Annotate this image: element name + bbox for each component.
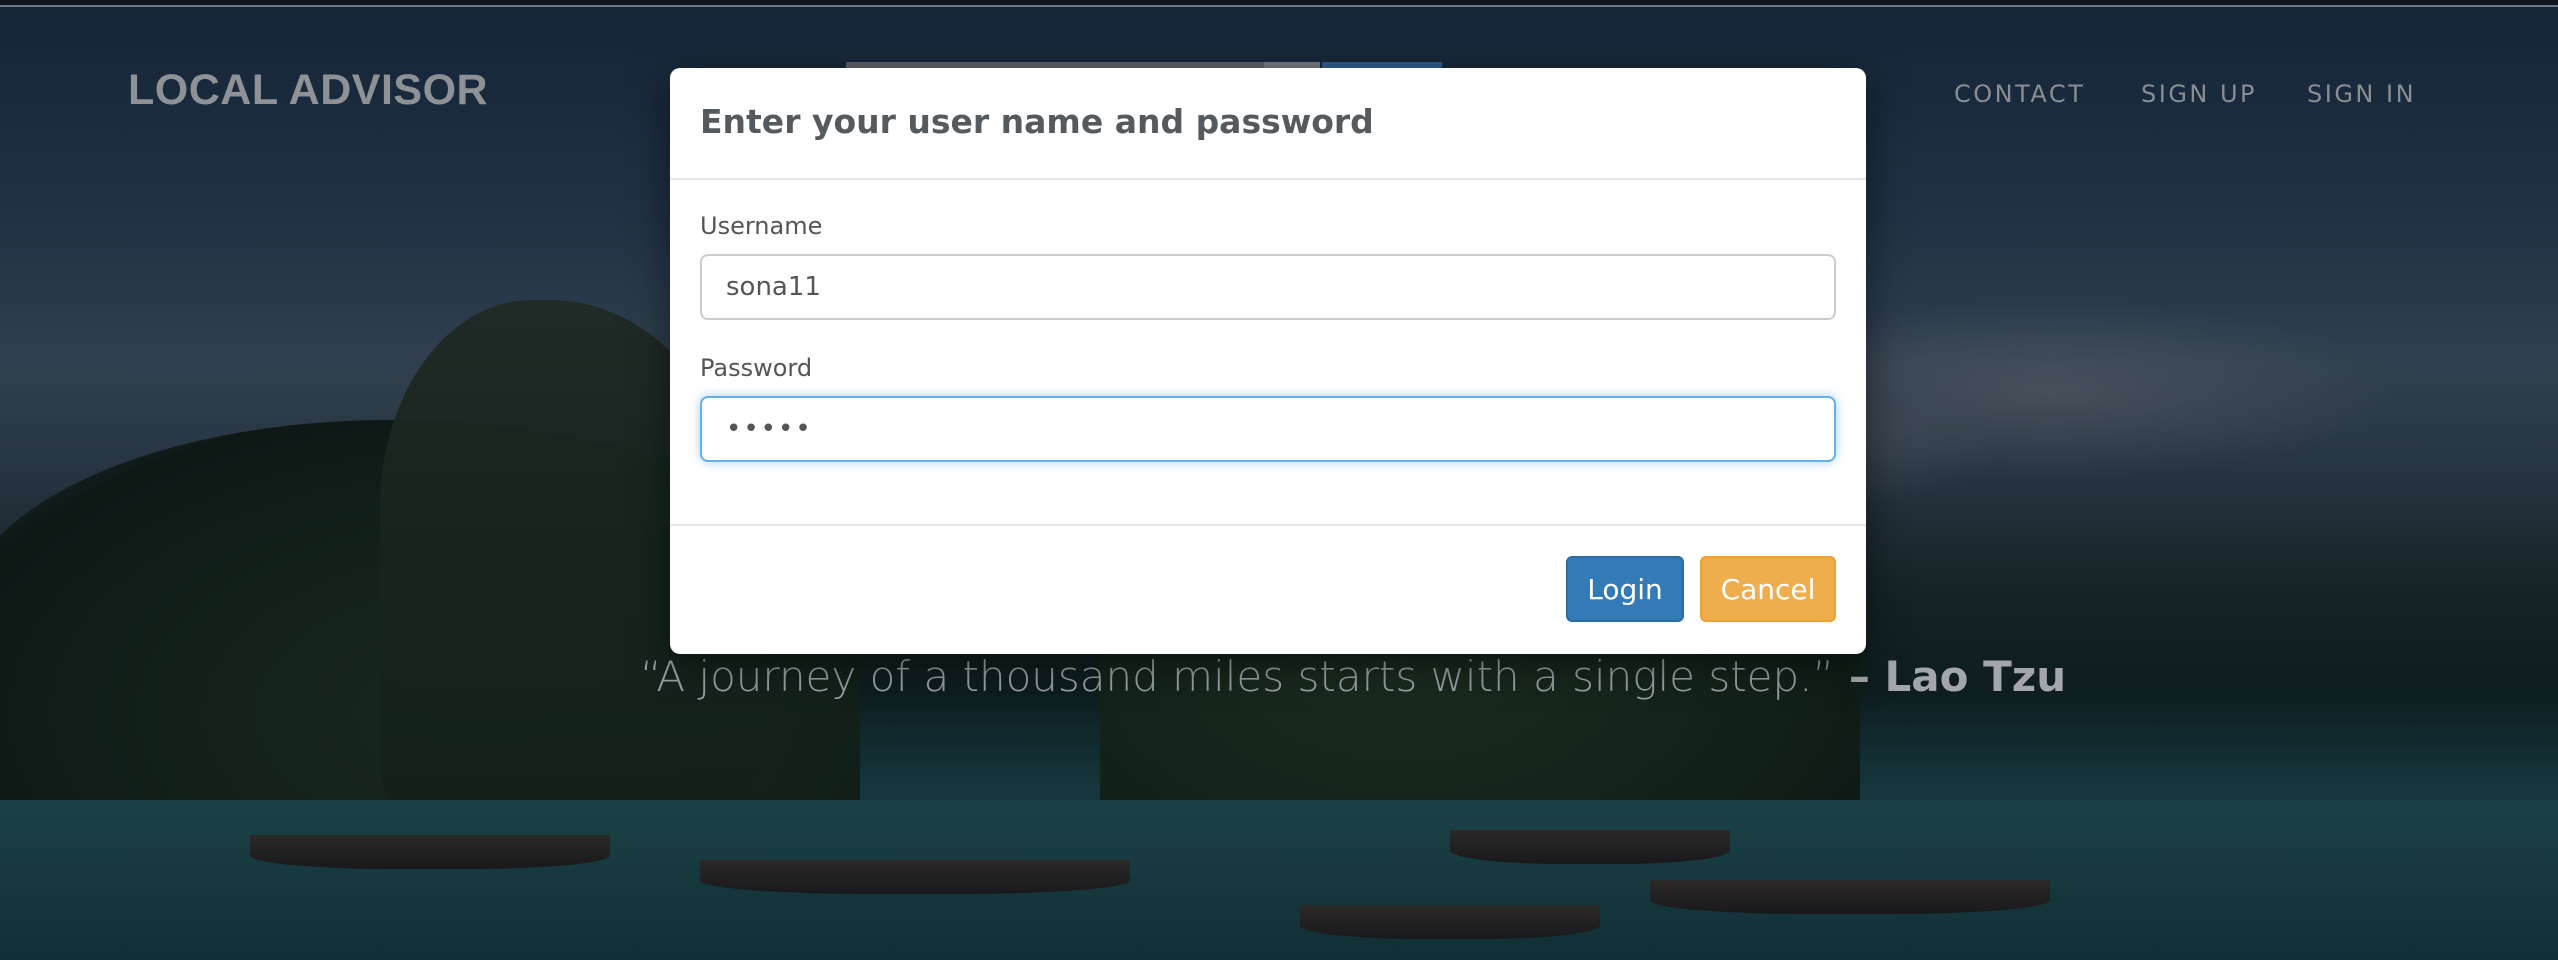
hero-quote-author: – Lao Tzu [1834,652,2067,701]
top-border [0,0,2558,7]
modal-title: Enter your user name and password [700,102,1374,141]
modal-header: Enter your user name and password [670,68,1866,180]
login-button[interactable]: Login [1566,556,1684,622]
username-input[interactable]: sona11 [700,254,1836,320]
nav-contact[interactable]: CONTACT [1954,80,2085,108]
username-label: Username [700,212,823,240]
login-modal: Enter your user name and password Userna… [670,68,1866,654]
modal-footer: Login Cancel [670,524,1866,654]
page: LOCAL ADVISOR UT CONTACT SIGN UP SIGN IN… [0,0,2558,960]
hero-quote-text: “A journey of a thousand miles starts wi… [640,652,1835,701]
site-logo[interactable]: LOCAL ADVISOR [128,66,488,115]
nav-sign-up[interactable]: SIGN UP [2141,80,2257,108]
password-label: Password [700,354,813,382]
hero-quote: “A journey of a thousand miles starts wi… [640,652,2066,701]
nav-sign-in[interactable]: SIGN IN [2307,80,2416,108]
cancel-button[interactable]: Cancel [1700,556,1836,622]
password-input[interactable]: ••••• [700,396,1836,462]
